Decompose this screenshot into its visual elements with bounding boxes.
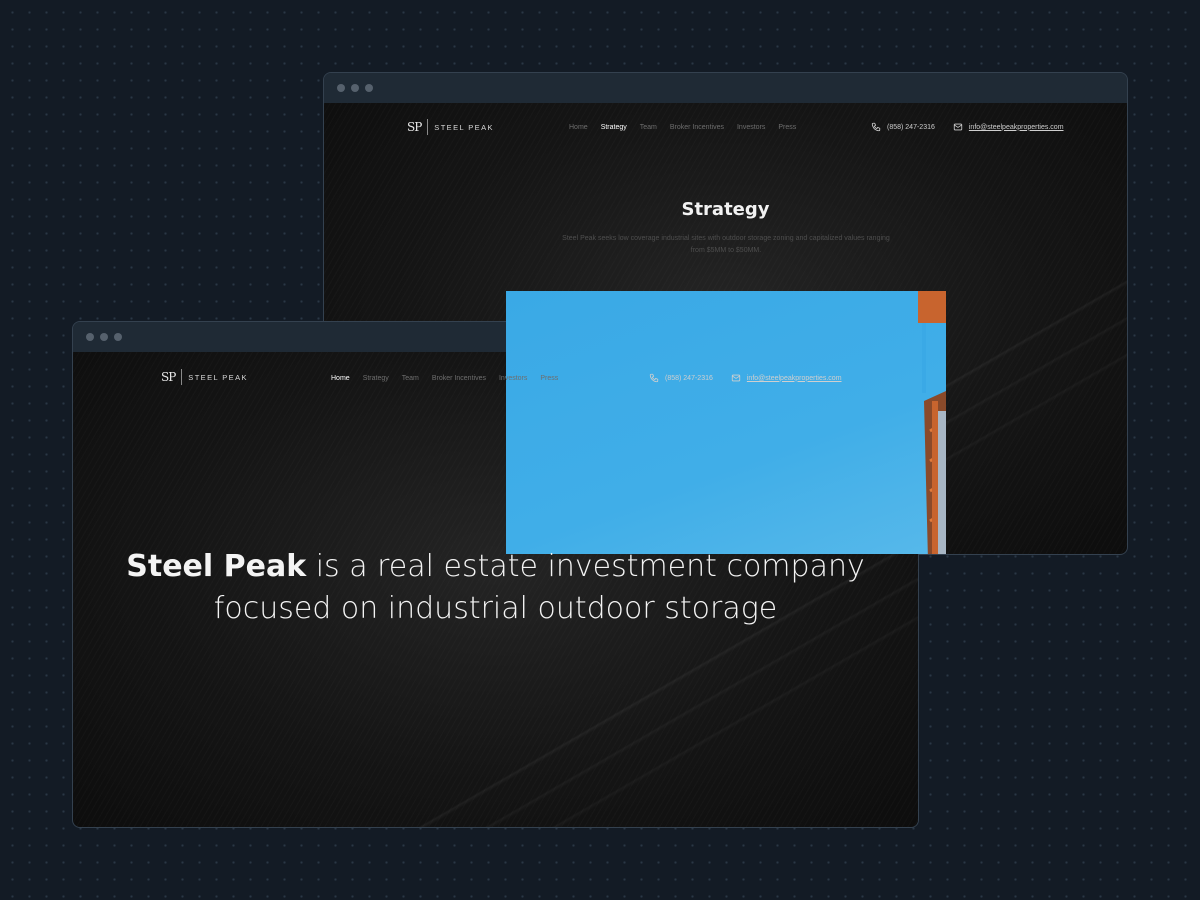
window-dot-close[interactable] [337, 84, 345, 92]
main-nav: Home Strategy Team Broker Incentives Inv… [331, 375, 558, 382]
main-nav: Home Strategy Team Broker Incentives Inv… [569, 124, 796, 131]
nav-item-press[interactable]: Press [540, 375, 558, 382]
window-dot-minimize[interactable] [351, 84, 359, 92]
site-header: SP STEEL PEAK Home Strategy Team Broker … [73, 352, 918, 400]
window-dot-maximize[interactable] [365, 84, 373, 92]
nav-item-team[interactable]: Team [402, 375, 419, 382]
hero-headline: Steel Peak is a real estate investment c… [73, 546, 918, 630]
strategy-photo [506, 291, 946, 554]
phone-link[interactable]: (858) 247-2316 [665, 375, 713, 382]
logo-wordmark: STEEL PEAK [188, 372, 248, 382]
nav-item-broker-incentives[interactable]: Broker Incentives [432, 375, 486, 382]
header-contact: (858) 247-2316 info@steelpeakproperties.… [649, 373, 842, 383]
window-titlebar [324, 73, 1127, 103]
logo-monogram: SP [161, 370, 176, 384]
logo-wordmark: STEEL PEAK [434, 122, 494, 132]
nav-item-strategy[interactable]: Strategy [363, 375, 389, 382]
logo-divider [181, 369, 183, 385]
logo-divider [427, 119, 429, 135]
nav-item-investors[interactable]: Investors [737, 124, 765, 131]
hero-tagline: is a real estate investment company focu… [213, 549, 865, 626]
mail-icon [953, 122, 963, 132]
nav-item-home[interactable]: Home [331, 375, 350, 382]
email-link[interactable]: info@steelpeakproperties.com [969, 124, 1064, 131]
mail-icon [731, 373, 741, 383]
nav-item-team[interactable]: Team [640, 124, 657, 131]
browser-window-home: SP STEEL PEAK Home Strategy Team Broker … [72, 321, 919, 828]
nav-item-strategy[interactable]: Strategy [601, 124, 627, 131]
nav-item-press[interactable]: Press [778, 124, 796, 131]
phone-icon [871, 122, 881, 132]
hero-brand: Steel Peak [126, 549, 307, 584]
site-logo[interactable]: SP STEEL PEAK [407, 119, 494, 135]
header-contact: (858) 247-2316 info@steelpeakproperties.… [871, 122, 1064, 132]
nav-item-home[interactable]: Home [569, 124, 588, 131]
site-header: SP STEEL PEAK Home Strategy Team Broker … [324, 103, 1127, 151]
window-dot-maximize[interactable] [114, 333, 122, 341]
section-title: Strategy [681, 199, 770, 220]
phone-icon [649, 373, 659, 383]
section-description: Steel Peak seeks low coverage industrial… [562, 235, 890, 254]
logo-monogram: SP [407, 120, 422, 134]
email-link[interactable]: info@steelpeakproperties.com [747, 375, 842, 382]
site-logo[interactable]: SP STEEL PEAK [161, 369, 248, 385]
window-dot-close[interactable] [86, 333, 94, 341]
window-dot-minimize[interactable] [100, 333, 108, 341]
phone-link[interactable]: (858) 247-2316 [887, 124, 935, 131]
nav-item-broker-incentives[interactable]: Broker Incentives [670, 124, 724, 131]
nav-item-investors[interactable]: Investors [499, 375, 527, 382]
crane-structure [918, 291, 946, 554]
